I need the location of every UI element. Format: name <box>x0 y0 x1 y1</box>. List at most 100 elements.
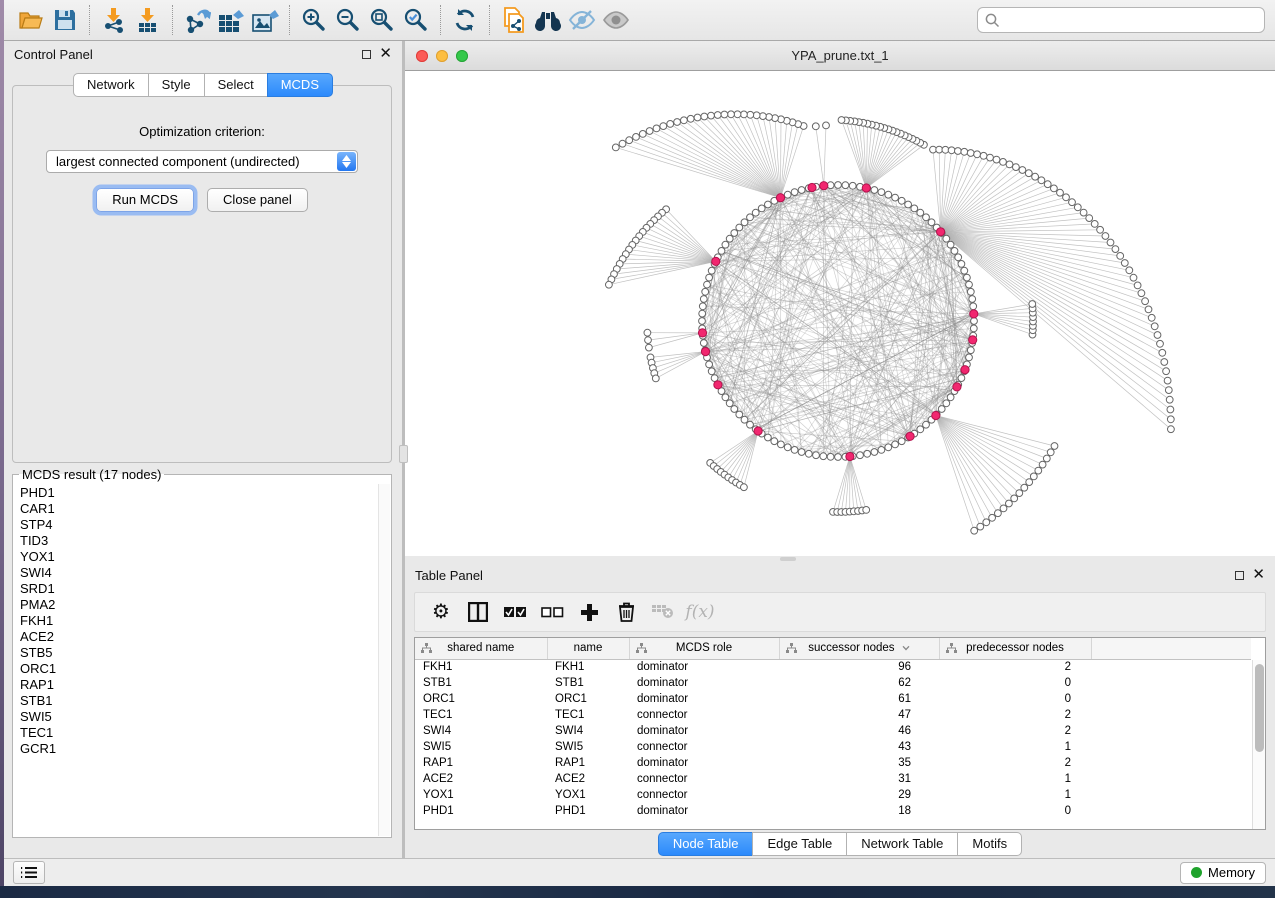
table-scrollbar[interactable] <box>1252 660 1265 829</box>
zoom-selected-icon[interactable] <box>399 4 433 36</box>
table-row[interactable]: ACE2ACE2connector311 <box>415 771 1251 787</box>
table-cell[interactable]: 43 <box>779 739 939 755</box>
mcds-result-item[interactable]: STB1 <box>20 693 384 709</box>
table-cell[interactable]: 31 <box>779 771 939 787</box>
mcds-result-item[interactable]: RAP1 <box>20 677 384 693</box>
table-cell[interactable]: 2 <box>939 723 1091 739</box>
export-image-icon[interactable] <box>248 4 282 36</box>
table-tab-node-table[interactable]: Node Table <box>658 832 754 856</box>
run-mcds-button[interactable]: Run MCDS <box>96 188 194 212</box>
column-header-successor-nodes[interactable]: successor nodes <box>779 638 939 659</box>
table-cell[interactable]: 29 <box>779 787 939 803</box>
mcds-result-item[interactable]: SRD1 <box>20 581 384 597</box>
optimization-criterion-select[interactable]: largest connected component (undirected) <box>46 150 358 173</box>
hide-selected-icon[interactable] <box>565 4 599 36</box>
search-input[interactable] <box>977 7 1265 33</box>
table-cell[interactable]: ACE2 <box>547 771 629 787</box>
table-cell[interactable]: 1 <box>939 739 1091 755</box>
new-network-from-selection-icon[interactable] <box>497 4 531 36</box>
table-cell[interactable]: TEC1 <box>415 707 547 723</box>
table-cell[interactable]: SWI5 <box>547 739 629 755</box>
column-header-name[interactable]: name <box>547 638 629 659</box>
table-cell[interactable]: 18 <box>779 803 939 819</box>
table-cell[interactable]: SWI5 <box>415 739 547 755</box>
table-cell[interactable]: 1 <box>939 787 1091 803</box>
table-cell[interactable]: YOX1 <box>547 787 629 803</box>
mcds-result-item[interactable]: STP4 <box>20 517 384 533</box>
window-close-icon[interactable] <box>416 50 428 62</box>
table-cell[interactable]: connector <box>629 739 779 755</box>
show-column-icon[interactable] <box>464 597 492 627</box>
table-cell[interactable]: FKH1 <box>415 659 547 675</box>
table-row[interactable]: ORC1ORC1dominator610 <box>415 691 1251 707</box>
vertical-splitter[interactable] <box>402 41 405 858</box>
table-cell[interactable]: 35 <box>779 755 939 771</box>
table-cell[interactable]: dominator <box>629 691 779 707</box>
horizontal-splitter[interactable] <box>405 556 1275 562</box>
float-panel-icon[interactable] <box>1235 571 1244 580</box>
splitter-grip[interactable] <box>780 557 796 561</box>
splitter-grip[interactable] <box>399 445 408 463</box>
table-cell[interactable]: 96 <box>779 659 939 675</box>
table-tab-edge-table[interactable]: Edge Table <box>752 832 847 856</box>
column-header-predecessor-nodes[interactable]: predecessor nodes <box>939 638 1091 659</box>
table-cell[interactable]: connector <box>629 771 779 787</box>
table-cell[interactable]: dominator <box>629 659 779 675</box>
mcds-result-item[interactable]: ACE2 <box>20 629 384 645</box>
table-cell[interactable]: PHD1 <box>547 803 629 819</box>
open-session-icon[interactable] <box>14 4 48 36</box>
window-minimize-icon[interactable] <box>436 50 448 62</box>
close-panel-icon[interactable]: ✕ <box>1252 570 1265 580</box>
table-row[interactable]: FKH1FKH1dominator962 <box>415 659 1251 675</box>
network-canvas[interactable] <box>405 71 1275 556</box>
zoom-in-icon[interactable] <box>297 4 331 36</box>
node-table[interactable]: shared namenameMCDS rolesuccessor nodes … <box>415 638 1251 819</box>
table-tab-network-table[interactable]: Network Table <box>846 832 958 856</box>
table-cell[interactable]: dominator <box>629 675 779 691</box>
save-session-icon[interactable] <box>48 4 82 36</box>
mcds-result-list[interactable]: PHD1CAR1STP4TID3YOX1SWI4SRD1PMA2FKH1ACE2… <box>13 484 391 833</box>
table-cell[interactable]: STB1 <box>415 675 547 691</box>
table-row[interactable]: PHD1PHD1dominator180 <box>415 803 1251 819</box>
tab-style[interactable]: Style <box>148 73 205 97</box>
table-cell[interactable]: 0 <box>939 675 1091 691</box>
delete-table-icon[interactable] <box>649 597 677 627</box>
network-graph[interactable] <box>405 71 1273 556</box>
table-cell[interactable]: connector <box>629 787 779 803</box>
refresh-view-icon[interactable] <box>448 4 482 36</box>
table-cell[interactable]: connector <box>629 707 779 723</box>
mcds-result-item[interactable]: PHD1 <box>20 485 384 501</box>
table-row[interactable]: STB1STB1dominator620 <box>415 675 1251 691</box>
mcds-result-item[interactable]: TID3 <box>20 533 384 549</box>
table-row[interactable]: RAP1RAP1dominator352 <box>415 755 1251 771</box>
table-cell[interactable]: 2 <box>939 659 1091 675</box>
mcds-result-item[interactable]: TEC1 <box>20 725 384 741</box>
mcds-result-item[interactable]: SWI5 <box>20 709 384 725</box>
table-cell[interactable]: 61 <box>779 691 939 707</box>
table-cell[interactable]: dominator <box>629 755 779 771</box>
table-cell[interactable]: 1 <box>939 771 1091 787</box>
close-panel-icon[interactable]: ✕ <box>379 49 392 59</box>
show-all-icon[interactable] <box>599 4 633 36</box>
mcds-result-item[interactable]: GCR1 <box>20 741 384 757</box>
zoom-out-icon[interactable] <box>331 4 365 36</box>
mcds-result-item[interactable]: CAR1 <box>20 501 384 517</box>
table-cell[interactable]: 0 <box>939 691 1091 707</box>
task-history-button[interactable] <box>13 861 45 884</box>
table-cell[interactable]: STB1 <box>547 675 629 691</box>
export-network-icon[interactable] <box>180 4 214 36</box>
table-options-icon[interactable]: ⚙ <box>427 597 455 627</box>
table-cell[interactable]: YOX1 <box>415 787 547 803</box>
table-cell[interactable]: RAP1 <box>547 755 629 771</box>
table-scrollbar-thumb[interactable] <box>1255 664 1264 752</box>
tab-network[interactable]: Network <box>73 73 149 97</box>
table-cell[interactable]: SWI4 <box>415 723 547 739</box>
table-cell[interactable]: 46 <box>779 723 939 739</box>
table-cell[interactable]: dominator <box>629 723 779 739</box>
mcds-result-item[interactable]: SWI4 <box>20 565 384 581</box>
table-cell[interactable]: FKH1 <box>547 659 629 675</box>
float-panel-icon[interactable] <box>362 50 371 59</box>
tab-select[interactable]: Select <box>204 73 268 97</box>
table-cell[interactable]: RAP1 <box>415 755 547 771</box>
table-cell[interactable]: ORC1 <box>547 691 629 707</box>
